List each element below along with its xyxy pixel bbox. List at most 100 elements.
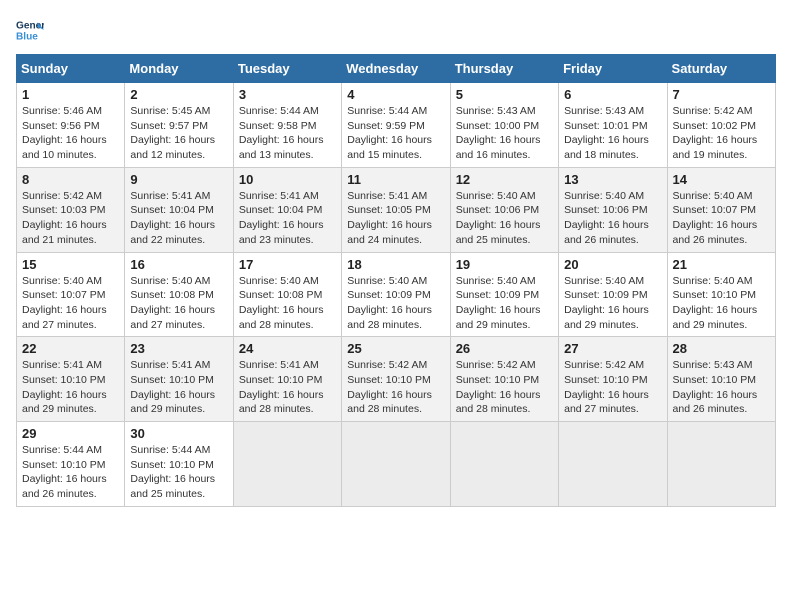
day-number: 17: [239, 257, 336, 272]
calendar-cell: 28 Sunrise: 5:43 AMSunset: 10:10 PMDaylig…: [667, 337, 775, 422]
day-detail: Sunrise: 5:43 AMSunset: 10:10 PMDaylight…: [673, 358, 770, 417]
day-number: 11: [347, 172, 444, 187]
calendar-cell: 6Sunrise: 5:43 AMSunset: 10:01 PMDayligh…: [559, 83, 667, 168]
calendar-week-row: 8 Sunrise: 5:42 AMSunset: 10:03 PMDayligh…: [17, 167, 776, 252]
day-number: 7: [673, 87, 770, 102]
day-number: 13: [564, 172, 661, 187]
calendar-week-row: 22 Sunrise: 5:41 AMSunset: 10:10 PMDaylig…: [17, 337, 776, 422]
calendar-cell: [233, 422, 341, 507]
header-wednesday: Wednesday: [342, 55, 450, 83]
day-detail: Sunrise: 5:41 AMSunset: 10:10 PMDaylight…: [22, 358, 119, 417]
calendar-cell: 21 Sunrise: 5:40 AMSunset: 10:10 PMDaylig…: [667, 252, 775, 337]
day-detail: Sunrise: 5:40 AMSunset: 10:07 PMDaylight…: [22, 274, 119, 333]
calendar-cell: 10 Sunrise: 5:41 AMSunset: 10:04 PMDaylig…: [233, 167, 341, 252]
logo-icon: General Blue: [16, 16, 44, 44]
day-number: 26: [456, 341, 553, 356]
calendar-week-row: 29 Sunrise: 5:44 AMSunset: 10:10 PMDaylig…: [17, 422, 776, 507]
day-detail: Sunrise: 5:41 AMSunset: 10:10 PMDaylight…: [130, 358, 227, 417]
calendar-cell: 19 Sunrise: 5:40 AMSunset: 10:09 PMDaylig…: [450, 252, 558, 337]
day-detail: Sunrise: 5:42 AMSunset: 10:03 PMDaylight…: [22, 189, 119, 248]
day-detail: Sunrise: 5:40 AMSunset: 10:09 PMDaylight…: [456, 274, 553, 333]
calendar-cell: 17 Sunrise: 5:40 AMSunset: 10:08 PMDaylig…: [233, 252, 341, 337]
day-detail: Sunrise: 5:40 AMSunset: 10:08 PMDaylight…: [239, 274, 336, 333]
day-detail: Sunrise: 5:40 AMSunset: 10:06 PMDaylight…: [456, 189, 553, 248]
calendar-cell: [667, 422, 775, 507]
day-detail: Sunrise: 5:42 AMSunset: 10:10 PMDaylight…: [564, 358, 661, 417]
calendar-cell: 7 Sunrise: 5:42 AMSunset: 10:02 PMDayligh…: [667, 83, 775, 168]
day-number: 30: [130, 426, 227, 441]
header-saturday: Saturday: [667, 55, 775, 83]
calendar-cell: 8 Sunrise: 5:42 AMSunset: 10:03 PMDayligh…: [17, 167, 125, 252]
day-number: 28: [673, 341, 770, 356]
day-number: 23: [130, 341, 227, 356]
calendar-cell: 26 Sunrise: 5:42 AMSunset: 10:10 PMDaylig…: [450, 337, 558, 422]
calendar-cell: [450, 422, 558, 507]
day-detail: Sunrise: 5:44 AMSunset: 9:59 PMDaylight:…: [347, 104, 444, 163]
day-detail: Sunrise: 5:44 AMSunset: 9:58 PMDaylight:…: [239, 104, 336, 163]
day-number: 10: [239, 172, 336, 187]
day-number: 22: [22, 341, 119, 356]
calendar-cell: [559, 422, 667, 507]
day-number: 1: [22, 87, 119, 102]
day-detail: Sunrise: 5:44 AMSunset: 10:10 PMDaylight…: [22, 443, 119, 502]
day-number: 27: [564, 341, 661, 356]
header-thursday: Thursday: [450, 55, 558, 83]
calendar-cell: 1 Sunrise: 5:46 AMSunset: 9:56 PMDaylight…: [17, 83, 125, 168]
day-number: 2: [130, 87, 227, 102]
calendar-cell: 22 Sunrise: 5:41 AMSunset: 10:10 PMDaylig…: [17, 337, 125, 422]
header-monday: Monday: [125, 55, 233, 83]
day-number: 16: [130, 257, 227, 272]
header-tuesday: Tuesday: [233, 55, 341, 83]
day-detail: Sunrise: 5:41 AMSunset: 10:04 PMDaylight…: [130, 189, 227, 248]
header-sunday: Sunday: [17, 55, 125, 83]
calendar-cell: [342, 422, 450, 507]
day-detail: Sunrise: 5:40 AMSunset: 10:07 PMDaylight…: [673, 189, 770, 248]
day-number: 3: [239, 87, 336, 102]
calendar-cell: 27 Sunrise: 5:42 AMSunset: 10:10 PMDaylig…: [559, 337, 667, 422]
day-number: 4: [347, 87, 444, 102]
day-detail: Sunrise: 5:43 AMSunset: 10:01 PMDaylight…: [564, 104, 661, 163]
header-friday: Friday: [559, 55, 667, 83]
day-detail: Sunrise: 5:41 AMSunset: 10:05 PMDaylight…: [347, 189, 444, 248]
calendar-cell: 29 Sunrise: 5:44 AMSunset: 10:10 PMDaylig…: [17, 422, 125, 507]
day-detail: Sunrise: 5:42 AMSunset: 10:02 PMDaylight…: [673, 104, 770, 163]
day-number: 19: [456, 257, 553, 272]
calendar-cell: 23 Sunrise: 5:41 AMSunset: 10:10 PMDaylig…: [125, 337, 233, 422]
day-detail: Sunrise: 5:40 AMSunset: 10:06 PMDaylight…: [564, 189, 661, 248]
day-number: 12: [456, 172, 553, 187]
calendar-cell: 11 Sunrise: 5:41 AMSunset: 10:05 PMDaylig…: [342, 167, 450, 252]
logo: General Blue: [16, 16, 50, 44]
day-detail: Sunrise: 5:42 AMSunset: 10:10 PMDaylight…: [456, 358, 553, 417]
calendar-cell: 25 Sunrise: 5:42 AMSunset: 10:10 PMDaylig…: [342, 337, 450, 422]
day-number: 9: [130, 172, 227, 187]
day-detail: Sunrise: 5:46 AMSunset: 9:56 PMDaylight:…: [22, 104, 119, 163]
calendar-week-row: 1 Sunrise: 5:46 AMSunset: 9:56 PMDaylight…: [17, 83, 776, 168]
day-detail: Sunrise: 5:43 AMSunset: 10:00 PMDaylight…: [456, 104, 553, 163]
day-detail: Sunrise: 5:44 AMSunset: 10:10 PMDaylight…: [130, 443, 227, 502]
day-detail: Sunrise: 5:40 AMSunset: 10:10 PMDaylight…: [673, 274, 770, 333]
day-number: 24: [239, 341, 336, 356]
calendar-cell: 12 Sunrise: 5:40 AMSunset: 10:06 PMDaylig…: [450, 167, 558, 252]
day-detail: Sunrise: 5:40 AMSunset: 10:09 PMDaylight…: [347, 274, 444, 333]
svg-text:Blue: Blue: [16, 31, 38, 42]
calendar-cell: 16Sunrise: 5:40 AMSunset: 10:08 PMDaylig…: [125, 252, 233, 337]
day-detail: Sunrise: 5:40 AMSunset: 10:09 PMDaylight…: [564, 274, 661, 333]
day-number: 20: [564, 257, 661, 272]
day-number: 5: [456, 87, 553, 102]
calendar-cell: 15Sunrise: 5:40 AMSunset: 10:07 PMDaylig…: [17, 252, 125, 337]
page-header: General Blue: [16, 16, 776, 44]
calendar-week-row: 15Sunrise: 5:40 AMSunset: 10:07 PMDaylig…: [17, 252, 776, 337]
day-number: 21: [673, 257, 770, 272]
calendar-cell: 24 Sunrise: 5:41 AMSunset: 10:10 PMDaylig…: [233, 337, 341, 422]
day-detail: Sunrise: 5:41 AMSunset: 10:04 PMDaylight…: [239, 189, 336, 248]
calendar-cell: 5 Sunrise: 5:43 AMSunset: 10:00 PMDayligh…: [450, 83, 558, 168]
calendar-cell: 4 Sunrise: 5:44 AMSunset: 9:59 PMDaylight…: [342, 83, 450, 168]
calendar-header-row: SundayMondayTuesdayWednesdayThursdayFrid…: [17, 55, 776, 83]
day-number: 29: [22, 426, 119, 441]
calendar-cell: 13 Sunrise: 5:40 AMSunset: 10:06 PMDaylig…: [559, 167, 667, 252]
day-detail: Sunrise: 5:41 AMSunset: 10:10 PMDaylight…: [239, 358, 336, 417]
day-detail: Sunrise: 5:42 AMSunset: 10:10 PMDaylight…: [347, 358, 444, 417]
day-number: 25: [347, 341, 444, 356]
day-number: 8: [22, 172, 119, 187]
day-detail: Sunrise: 5:45 AMSunset: 9:57 PMDaylight:…: [130, 104, 227, 163]
